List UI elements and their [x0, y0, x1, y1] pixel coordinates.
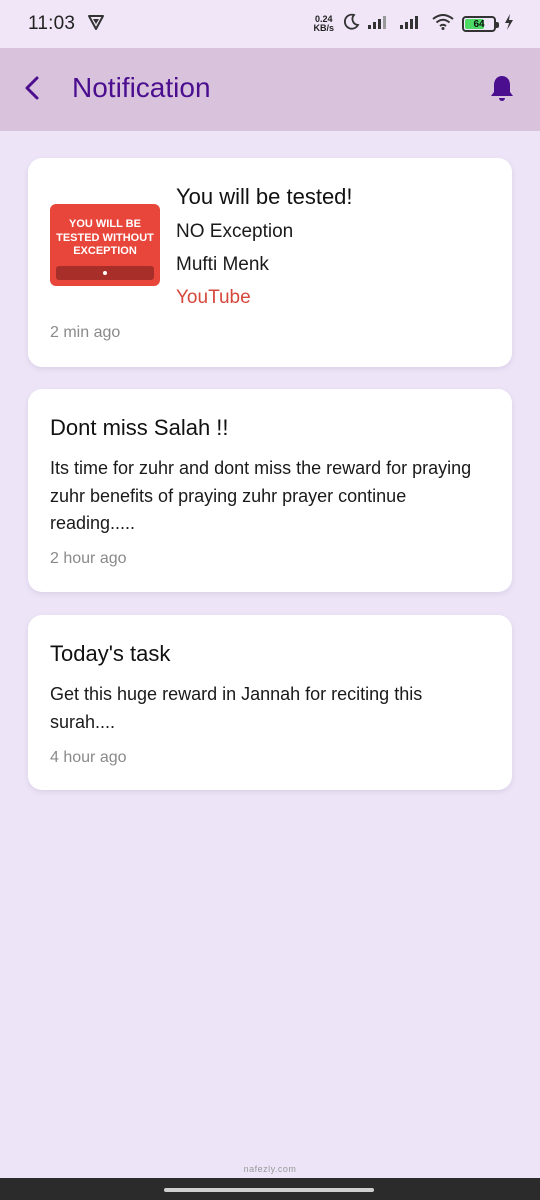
home-gesture-handle[interactable] [164, 1188, 374, 1192]
notification-title: You will be tested! [176, 184, 353, 209]
moon-icon [342, 13, 360, 36]
notification-timestamp: 2 hour ago [50, 550, 127, 567]
notification-subtitle: NO Exception [176, 221, 294, 242]
status-bar: 11:03 0.24 KB/s 64 [0, 0, 540, 48]
notification-timestamp: 4 hour ago [50, 749, 127, 766]
net-speed-unit: KB/s [313, 23, 334, 33]
vpn-shield-icon [87, 13, 105, 36]
person-icon [103, 271, 107, 275]
notification-source-link[interactable]: YouTube [176, 287, 251, 309]
notification-body: Get this huge reward in Jannah for recit… [50, 684, 423, 732]
page-title: Notification [72, 72, 211, 103]
battery-level: 64 [473, 18, 485, 30]
thumbnail-caption: YOU WILL BE TESTED WITHOUT EXCEPTION [56, 218, 154, 257]
wifi-icon [432, 13, 454, 35]
system-nav-bar [0, 1178, 540, 1200]
notification-body: Its time for zuhr and dont miss the rewa… [50, 458, 472, 533]
back-button[interactable] [14, 70, 50, 110]
notification-title: Dont miss Salah !! [50, 415, 229, 440]
net-speed: 0.24 KB/s [313, 15, 334, 33]
charging-icon [504, 13, 514, 35]
app-bar: Notification [0, 48, 540, 131]
status-time: 11:03 [28, 13, 76, 34]
signal-icon [400, 15, 424, 34]
status-left: 11:03 [28, 13, 105, 36]
notification-timestamp: 2 min ago [50, 324, 121, 341]
chevron-left-icon [22, 75, 42, 106]
signal-icon [368, 15, 392, 34]
notification-card[interactable]: Dont miss Salah !! Its time for zuhr and… [28, 389, 512, 592]
battery-icon: 64 [462, 16, 499, 32]
notification-card[interactable]: Today's task Get this huge reward in Jan… [28, 615, 512, 790]
notification-card[interactable]: YOU WILL BE TESTED WITHOUT EXCEPTION You… [28, 158, 512, 367]
status-right: 0.24 KB/s 64 [313, 13, 514, 36]
notification-bell-button[interactable] [486, 74, 518, 106]
watermark: nafezly.com [243, 1164, 297, 1174]
notification-author: Mufti Menk [176, 254, 269, 275]
notification-title: Today's task [50, 641, 171, 666]
video-thumbnail[interactable]: YOU WILL BE TESTED WITHOUT EXCEPTION [50, 204, 160, 286]
bell-icon [489, 74, 515, 107]
